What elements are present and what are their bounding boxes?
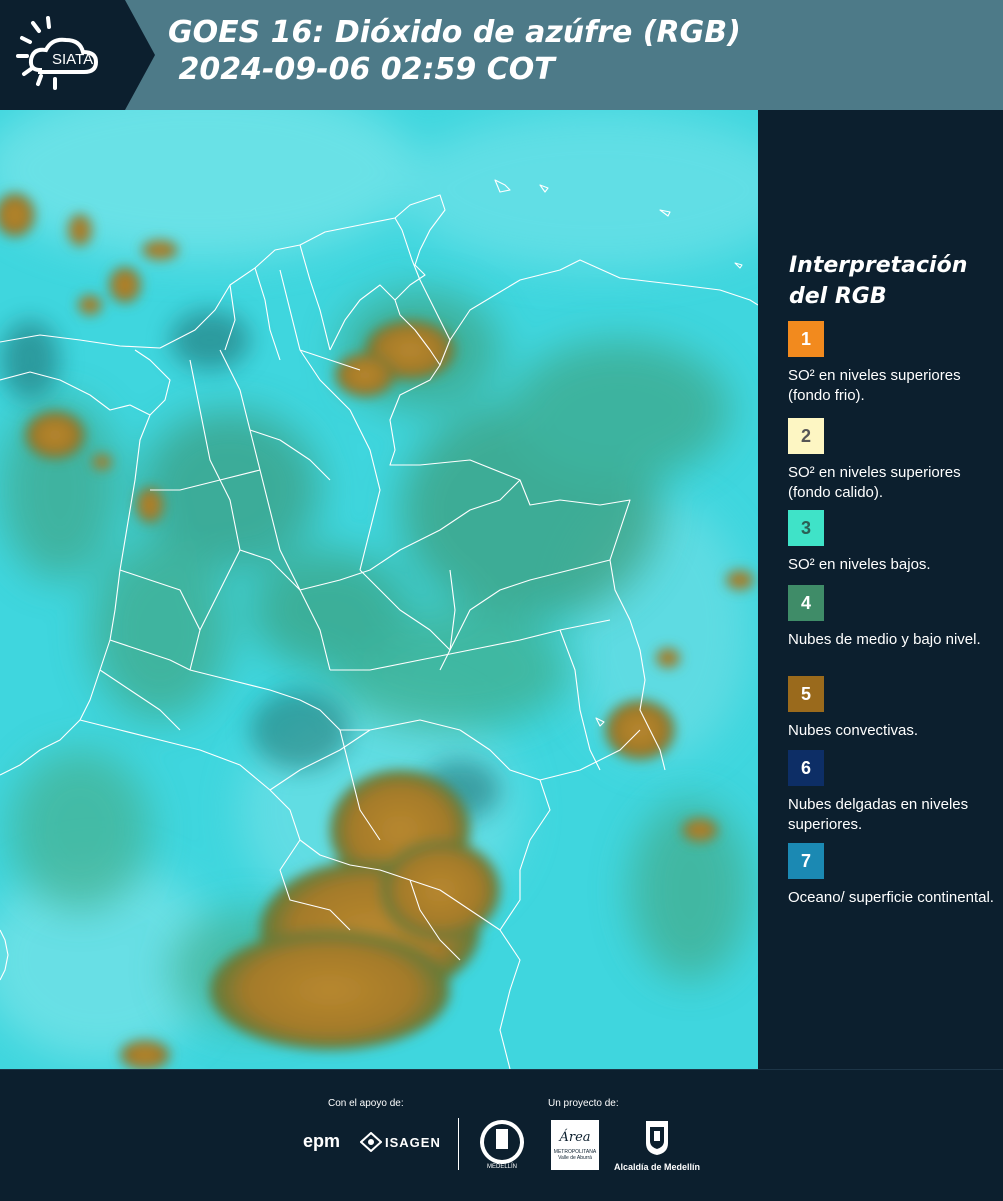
legend-swatch-7: 7	[788, 843, 824, 879]
page-title: GOES 16: Dióxido de azúfre (RGB) 2024-09…	[168, 14, 741, 88]
legend-label-4: Nubes de medio y bajo nivel.	[788, 631, 981, 648]
isagen-icon	[360, 1132, 382, 1152]
alcaldia-logo: Alcaldía de Medellín	[612, 1119, 702, 1172]
legend-swatch-5: 5	[788, 676, 824, 712]
area-logo-text: Área	[559, 1130, 591, 1145]
footer: Con el apoyo de: Un proyecto de: epm ISA…	[0, 1069, 1003, 1201]
legend-swatch-6: 6	[788, 750, 824, 786]
legend-number-6: 6	[800, 757, 811, 778]
title-line-2: 2024-09-06 02:59 COT	[168, 52, 555, 87]
legend-swatch-1: 1	[788, 321, 824, 357]
legend-item-2: 2 SO² en niveles superiores (fondo calid…	[788, 418, 998, 503]
header-bar: SIATA GOES 16: Dióxido de azúfre (RGB) 2…	[0, 0, 1003, 110]
legend-swatch-2: 2	[788, 418, 824, 454]
isagen-logo: ISAGEN	[360, 1132, 441, 1152]
project-caption: Un proyecto de:	[548, 1098, 619, 1109]
legend-item-5: 5 Nubes convectivas.	[788, 676, 998, 741]
siata-logo: SIATA	[0, 0, 155, 110]
medellin-seal: MEDELLÍN	[478, 1117, 526, 1176]
alcaldia-logo-text: Alcaldía de Medellín	[613, 1162, 701, 1172]
legend-label-5: Nubes convectivas.	[788, 722, 919, 739]
legend-item-4: 4 Nubes de medio y bajo nivel.	[788, 585, 998, 650]
isagen-logo-text: ISAGEN	[385, 1134, 441, 1150]
satellite-map	[0, 110, 758, 1069]
legend-label-6: Nubes delgadas en niveles superiores.	[788, 796, 969, 833]
legend-label-7: Oceano/ superficie continental.	[788, 889, 994, 906]
legend-number-4: 4	[800, 592, 811, 613]
alcaldia-shield-icon	[646, 1121, 668, 1155]
medellin-seal-text: MEDELLÍN	[487, 1163, 517, 1170]
legend-number-3: 3	[800, 517, 811, 538]
area-metropolitana-logo: Área METROPOLITANA Valle de Aburrá	[551, 1120, 599, 1170]
legend-number-1: 1	[800, 328, 811, 349]
footer-divider	[458, 1118, 459, 1170]
siata-logo-text: SIATA	[52, 51, 93, 68]
legend-number-2: 2	[800, 425, 811, 446]
legend-label-1: SO² en niveles superiores (fondo frio).	[788, 367, 961, 404]
legend-label-3: SO² en niveles bajos.	[788, 556, 931, 573]
legend-number-7: 7	[800, 850, 811, 871]
legend-label-2: SO² en niveles superiores (fondo calido)…	[788, 464, 961, 501]
legend-item-1: 1 SO² en niveles superiores (fondo frio)…	[788, 321, 998, 406]
legend-panel: Interpretación del RGB 1 SO² en niveles …	[758, 110, 1003, 1069]
legend-number-5: 5	[800, 683, 811, 704]
legend-swatch-4: 4	[788, 585, 824, 621]
legend-item-7: 7 Oceano/ superficie continental.	[788, 843, 998, 908]
epm-logo: epm	[303, 1131, 340, 1152]
support-caption: Con el apoyo de:	[328, 1098, 404, 1109]
legend-item-6: 6 Nubes delgadas en niveles superiores.	[788, 750, 998, 835]
title-line-1: GOES 16: Dióxido de azúfre (RGB)	[168, 15, 741, 50]
legend-item-3: 3 SO² en niveles bajos.	[788, 510, 998, 575]
area-logo-sub2: Valle de Aburrá	[558, 1155, 592, 1161]
legend-title: Interpretación del RGB	[789, 253, 968, 309]
legend-swatch-3: 3	[788, 510, 824, 546]
epm-logo-text: epm	[303, 1131, 341, 1151]
